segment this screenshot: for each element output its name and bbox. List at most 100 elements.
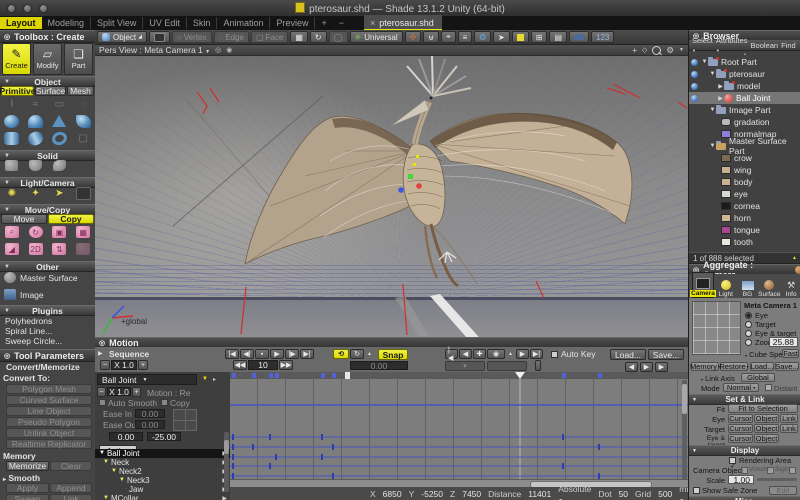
face-mode-button[interactable]: ▢Face <box>251 31 288 43</box>
sight-checkbox[interactable] <box>767 467 774 474</box>
key-type-dropdown[interactable] <box>487 361 527 371</box>
frame-back-button[interactable]: ◀◀ <box>233 360 247 370</box>
key-prev-button[interactable]: ◀ <box>459 349 472 359</box>
speed-minus-button[interactable]: − <box>100 360 110 370</box>
cone-primitive-icon[interactable] <box>48 115 72 132</box>
add-key-button[interactable]: ✚ <box>473 349 486 359</box>
hemisphere-primitive-icon[interactable] <box>24 115 48 132</box>
play-button[interactable]: ▶ <box>270 349 284 359</box>
tree-row-cornea[interactable]: cornea <box>689 200 800 212</box>
eye-link-button[interactable]: Link <box>780 414 798 423</box>
transform-magnify-icon[interactable]: ⌕ <box>0 226 24 242</box>
transform-shear-icon[interactable]: ◢ <box>0 243 24 259</box>
transform-disabled-icon[interactable] <box>71 243 95 259</box>
key-last-button[interactable]: ▶| <box>530 349 543 359</box>
track-ball-joint[interactable]: ▼ Ball Joint▶ <box>95 449 230 458</box>
eye-cursor-button[interactable]: Cursor <box>728 414 753 423</box>
capsule-primitive-icon[interactable] <box>24 132 48 149</box>
convert-pseudo-polygon-button[interactable]: Pseudo Polygon <box>6 417 92 427</box>
table-view-button[interactable]: ⊞ <box>531 31 548 43</box>
eye-radio[interactable] <box>745 312 752 319</box>
expand-icon[interactable]: ▼ <box>709 107 716 113</box>
solid-subtract-icon[interactable] <box>24 160 48 176</box>
timeline-vscrollbar[interactable] <box>682 380 687 480</box>
show-safe-zone-checkbox[interactable] <box>693 487 700 494</box>
expand-icon[interactable]: ▼ <box>709 143 716 149</box>
create-mode-button[interactable]: ✎Create <box>2 43 31 75</box>
motion-prev-button[interactable]: ◀ <box>625 362 638 372</box>
range-start-field[interactable]: 0.00 <box>109 432 143 441</box>
line-tool-icon[interactable]: ⌇ <box>0 98 24 115</box>
eyetarget-cursor-button[interactable]: Cursor <box>728 434 753 443</box>
step-back-button[interactable]: ◀| <box>240 349 254 359</box>
torus-primitive-icon[interactable] <box>48 132 72 149</box>
tree-row-tongue[interactable]: tongue <box>689 224 800 236</box>
tab-split-view[interactable]: Split View <box>91 17 143 29</box>
scale-field[interactable]: 1.00 <box>728 475 754 484</box>
track-add-icon[interactable]: ▸ <box>213 376 216 383</box>
other-section-header[interactable]: ▼Other <box>0 261 95 272</box>
rectangle-tool-icon[interactable]: ▭ <box>48 98 72 115</box>
panel-collapse-icon[interactable]: ◎ <box>4 352 10 360</box>
track-arrow-icon[interactable]: ▶ <box>222 495 227 500</box>
tree-row-root-part[interactable]: ▼Root Part <box>689 56 800 68</box>
go-start-button[interactable]: |◀ <box>225 349 239 359</box>
sphere-primitive-icon[interactable] <box>0 115 24 132</box>
tree-row-image-part[interactable]: ▼Image Part <box>689 104 800 116</box>
loop-button[interactable]: ⟲ <box>333 349 349 359</box>
zoom-radio[interactable] <box>745 339 752 346</box>
tree-row-wing[interactable]: wing <box>689 164 800 176</box>
current-frame-field[interactable]: 10 <box>248 360 278 370</box>
view-camera-selector[interactable]: Pers View : Meta Camera 1 ▼ <box>99 45 210 55</box>
aggregate-tab-bg[interactable]: BG <box>738 274 758 298</box>
flag-tool-button[interactable] <box>512 31 529 43</box>
track-selector-dropdown[interactable]: Ball Joint▼ <box>97 374 197 385</box>
ease-in-field[interactable]: 0.00 <box>135 409 165 418</box>
status-menu-icon[interactable]: ▲ <box>792 255 797 261</box>
primitive-tab[interactable]: Primitive <box>1 86 34 96</box>
view-option-icon[interactable]: ◎ <box>215 46 221 54</box>
track-speed-plus[interactable]: + <box>132 387 141 397</box>
tree-row-ball-joint[interactable]: ▶ Ball Joint <box>689 92 800 104</box>
expand-icon[interactable]: ▼ <box>701 59 708 65</box>
copy-button[interactable]: Copy <box>48 214 94 224</box>
calculator-button[interactable]: ▤ <box>549 31 567 43</box>
ease-out-field[interactable]: 0.00 <box>135 420 165 429</box>
go-end-button[interactable]: ▶| <box>300 349 314 359</box>
snap-value-field[interactable]: 0.00 <box>350 361 408 370</box>
convert-unlink-object-button[interactable]: Unlink Object <box>6 428 92 438</box>
scale-slider[interactable] <box>757 478 797 481</box>
cursor-tool-button[interactable]: ➤ <box>493 31 510 43</box>
visibility-sphere-icon[interactable] <box>691 71 698 78</box>
smooth-apply-button[interactable]: Apply <box>6 483 49 493</box>
view-menu-icon[interactable]: ▼ <box>679 47 684 53</box>
motion-save-button[interactable]: Save... <box>648 349 684 360</box>
smooth-link-button[interactable]: Link <box>50 494 92 500</box>
transform-array-icon[interactable]: ▦ <box>71 226 95 242</box>
track-mcollar[interactable]: ▼ MCollar▶ <box>95 494 230 500</box>
ease-curve-pad[interactable] <box>173 409 197 431</box>
add-workspace-button[interactable]: + <box>315 17 332 29</box>
tree-row-horn[interactable]: horn <box>689 212 800 224</box>
convert-curved-surface-button[interactable]: Curved Surface <box>6 395 92 405</box>
panel-collapse-icon[interactable]: ◎ <box>99 339 105 347</box>
restore-button[interactable]: Restore▾ <box>720 362 748 371</box>
aggregate-tab-light[interactable]: Light <box>716 274 736 298</box>
visibility-sphere-icon[interactable] <box>691 95 698 102</box>
link-axis-dropdown[interactable]: Global <box>741 373 775 382</box>
track-speed-field[interactable]: X 1.0 <box>107 387 131 396</box>
cylinder-primitive-icon[interactable] <box>0 132 24 149</box>
snap-button[interactable]: Snap <box>378 349 408 360</box>
magnet-tool-button[interactable]: ⊎ <box>423 31 439 43</box>
cube-speed-dropdown[interactable]: Fast <box>782 349 799 358</box>
pan-view-icon[interactable]: ◇ <box>642 46 647 54</box>
camera-position-pad[interactable] <box>692 301 741 355</box>
camera-object-icon[interactable] <box>71 187 95 203</box>
edge-mode-button[interactable]: ◌Edge <box>214 31 249 43</box>
path-checkbox[interactable] <box>789 467 796 474</box>
coord-mode-dropdown[interactable]: Absolute ▼ <box>558 484 591 500</box>
modify-mode-button[interactable]: ▱Modify <box>33 43 62 75</box>
misc-section-header[interactable]: ▼Misc. <box>689 496 800 500</box>
snap-menu-icon[interactable]: ▲ <box>367 351 372 357</box>
browser-tab-find[interactable]: Find <box>781 41 796 50</box>
